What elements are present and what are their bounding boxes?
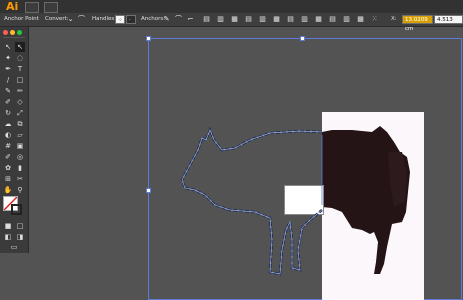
- cow-outline-path[interactable]: [0, 0, 463, 300]
